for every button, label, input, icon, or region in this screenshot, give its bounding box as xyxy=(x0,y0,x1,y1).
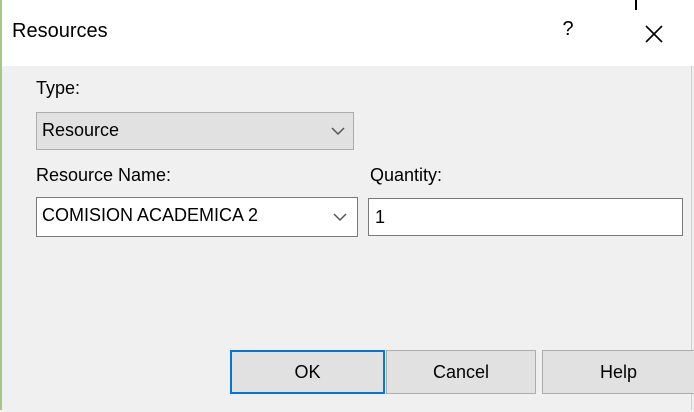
title-bar: Resources ? xyxy=(2,0,694,66)
dialog-title: Resources xyxy=(12,20,108,42)
resources-dialog: Resources ? Type: Resource Resource Name… xyxy=(0,0,694,410)
quantity-label: Quantity: xyxy=(370,165,443,185)
help-icon[interactable]: ? xyxy=(558,18,578,44)
type-select-value: Resource xyxy=(42,120,120,140)
close-icon[interactable] xyxy=(638,18,670,50)
type-select[interactable]: Resource xyxy=(36,112,354,150)
resource-name-label: Resource Name: xyxy=(36,165,172,185)
help-button[interactable]: Help xyxy=(542,350,694,394)
edge-mark xyxy=(635,0,637,10)
chevron-down-icon[interactable] xyxy=(329,198,351,236)
quantity-input[interactable]: 1 xyxy=(368,198,683,236)
type-label: Type: xyxy=(36,78,81,98)
chevron-down-icon[interactable] xyxy=(327,113,349,149)
ok-button[interactable]: OK xyxy=(230,350,385,394)
resource-name-select[interactable]: COMISION ACADEMICA 2 xyxy=(36,197,358,237)
cancel-button[interactable]: Cancel xyxy=(386,350,536,394)
resource-name-select-value: COMISION ACADEMICA 2 xyxy=(42,205,259,225)
